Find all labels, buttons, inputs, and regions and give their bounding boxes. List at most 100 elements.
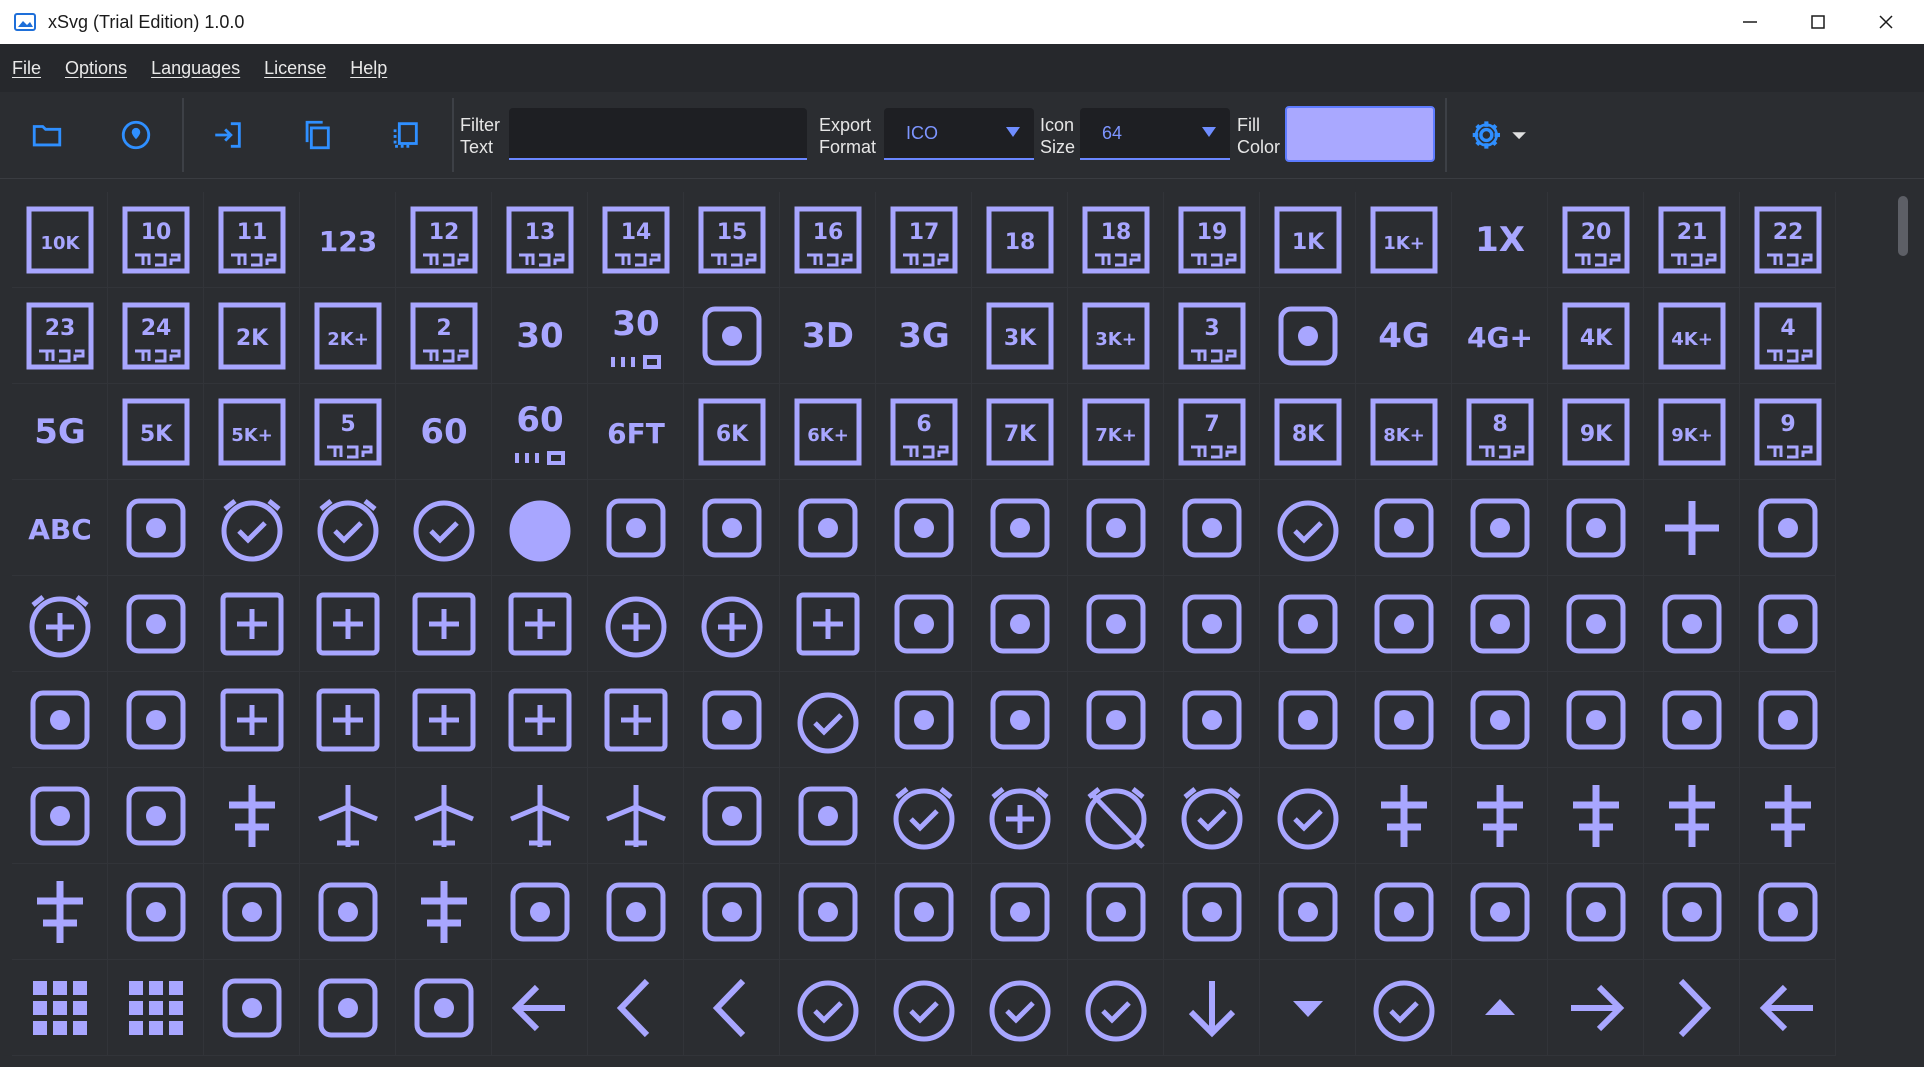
icon-cell[interactable] bbox=[204, 960, 300, 1056]
icon-cell[interactable] bbox=[972, 672, 1068, 768]
menu-help[interactable]: Help bbox=[338, 44, 399, 92]
icon-cell[interactable] bbox=[300, 672, 396, 768]
icon-cell[interactable]: 30 bbox=[588, 288, 684, 384]
icon-cell[interactable] bbox=[1452, 480, 1548, 576]
icon-cell[interactable]: 19 bbox=[1164, 192, 1260, 288]
icon-cell[interactable] bbox=[12, 768, 108, 864]
icon-cell[interactable]: 11 bbox=[204, 192, 300, 288]
icon-cell[interactable] bbox=[1452, 960, 1548, 1056]
icon-cell[interactable]: 18 bbox=[1068, 192, 1164, 288]
icon-cell[interactable]: 5K+ bbox=[204, 384, 300, 480]
icon-cell[interactable]: 3K bbox=[972, 288, 1068, 384]
icon-cell[interactable] bbox=[12, 960, 108, 1056]
menu-file[interactable]: File bbox=[0, 44, 53, 92]
icon-cell[interactable]: 23 bbox=[12, 288, 108, 384]
icon-cell[interactable] bbox=[492, 576, 588, 672]
icon-cell[interactable] bbox=[108, 480, 204, 576]
icon-cell[interactable]: 9K bbox=[1548, 384, 1644, 480]
icon-cell[interactable] bbox=[684, 768, 780, 864]
icon-cell[interactable] bbox=[1164, 672, 1260, 768]
icon-cell[interactable] bbox=[972, 576, 1068, 672]
icon-cell[interactable] bbox=[12, 864, 108, 960]
icon-cell[interactable]: 2 bbox=[396, 288, 492, 384]
icon-cell[interactable] bbox=[1356, 768, 1452, 864]
scroll-thumb[interactable] bbox=[1898, 196, 1908, 256]
vertical-scrollbar[interactable] bbox=[1896, 192, 1910, 1060]
icon-cell[interactable] bbox=[1548, 672, 1644, 768]
icon-cell[interactable]: 4K bbox=[1548, 288, 1644, 384]
icon-cell[interactable] bbox=[780, 864, 876, 960]
icon-cell[interactable] bbox=[1068, 864, 1164, 960]
icon-cell[interactable] bbox=[492, 768, 588, 864]
menu-languages[interactable]: Languages bbox=[139, 44, 252, 92]
icon-cell[interactable] bbox=[1740, 480, 1836, 576]
icon-cell[interactable] bbox=[780, 960, 876, 1056]
icon-cell[interactable]: 20 bbox=[1548, 192, 1644, 288]
icon-cell[interactable] bbox=[1164, 960, 1260, 1056]
icon-cell[interactable]: 10 bbox=[108, 192, 204, 288]
icon-cell[interactable]: 15 bbox=[684, 192, 780, 288]
icon-cell[interactable] bbox=[1644, 576, 1740, 672]
icon-cell[interactable] bbox=[588, 480, 684, 576]
icon-cell[interactable] bbox=[1164, 864, 1260, 960]
icon-cell[interactable] bbox=[1740, 768, 1836, 864]
icon-cell[interactable]: 123 bbox=[300, 192, 396, 288]
icon-cell[interactable] bbox=[1068, 768, 1164, 864]
close-button[interactable] bbox=[1852, 0, 1920, 44]
icon-cell[interactable] bbox=[1644, 480, 1740, 576]
icon-cell[interactable]: ABC bbox=[12, 480, 108, 576]
icon-cell[interactable] bbox=[1548, 576, 1644, 672]
icon-cell[interactable]: 3 bbox=[1164, 288, 1260, 384]
icon-cell[interactable] bbox=[1452, 864, 1548, 960]
maximize-button[interactable] bbox=[1784, 0, 1852, 44]
icon-cell[interactable] bbox=[684, 864, 780, 960]
export-format-select[interactable]: ICO bbox=[884, 108, 1034, 160]
icon-cell[interactable]: 10K bbox=[12, 192, 108, 288]
icon-cell[interactable]: 12 bbox=[396, 192, 492, 288]
icon-cell[interactable] bbox=[876, 864, 972, 960]
icon-cell[interactable] bbox=[1164, 480, 1260, 576]
icon-cell[interactable] bbox=[492, 480, 588, 576]
icon-cell[interactable]: 5 bbox=[300, 384, 396, 480]
icon-cell[interactable] bbox=[12, 576, 108, 672]
icon-cell[interactable]: 16 bbox=[780, 192, 876, 288]
icon-cell[interactable]: 60 bbox=[492, 384, 588, 480]
icon-cell[interactable]: 18 bbox=[972, 192, 1068, 288]
icon-cell[interactable] bbox=[396, 960, 492, 1056]
icon-cell[interactable] bbox=[684, 288, 780, 384]
icon-cell[interactable]: 2K+ bbox=[300, 288, 396, 384]
icon-cell[interactable]: 5K bbox=[108, 384, 204, 480]
icon-cell[interactable]: 4G+ bbox=[1452, 288, 1548, 384]
icon-cell[interactable]: 9K+ bbox=[1644, 384, 1740, 480]
icon-cell[interactable]: 3D bbox=[780, 288, 876, 384]
icon-cell[interactable]: 7K bbox=[972, 384, 1068, 480]
icon-cell[interactable]: 4K+ bbox=[1644, 288, 1740, 384]
copy-all-button[interactable] bbox=[380, 110, 430, 160]
icon-cell[interactable] bbox=[1644, 960, 1740, 1056]
icon-cell[interactable] bbox=[492, 864, 588, 960]
icon-cell[interactable] bbox=[1260, 480, 1356, 576]
icon-cell[interactable] bbox=[1452, 768, 1548, 864]
icon-cell[interactable] bbox=[108, 960, 204, 1056]
icon-cell[interactable] bbox=[1740, 672, 1836, 768]
icon-cell[interactable]: 6K bbox=[684, 384, 780, 480]
icon-cell[interactable]: 3G bbox=[876, 288, 972, 384]
icon-cell[interactable] bbox=[780, 768, 876, 864]
icon-cell[interactable] bbox=[396, 864, 492, 960]
icon-cell[interactable]: 22 bbox=[1740, 192, 1836, 288]
icon-cell[interactable] bbox=[108, 768, 204, 864]
icon-cell[interactable]: 21 bbox=[1644, 192, 1740, 288]
filter-input[interactable] bbox=[509, 108, 807, 160]
icon-cell[interactable] bbox=[1356, 576, 1452, 672]
icon-cell[interactable] bbox=[588, 672, 684, 768]
icon-cell[interactable]: 14 bbox=[588, 192, 684, 288]
icon-cell[interactable]: 6K+ bbox=[780, 384, 876, 480]
icon-cell[interactable]: 7K+ bbox=[1068, 384, 1164, 480]
icon-cell[interactable] bbox=[1164, 576, 1260, 672]
icon-cell[interactable]: 9 bbox=[1740, 384, 1836, 480]
icon-cell[interactable] bbox=[876, 960, 972, 1056]
menu-options[interactable]: Options bbox=[53, 44, 139, 92]
icon-cell[interactable] bbox=[396, 672, 492, 768]
icon-cell[interactable] bbox=[588, 960, 684, 1056]
icon-cell[interactable] bbox=[1548, 480, 1644, 576]
